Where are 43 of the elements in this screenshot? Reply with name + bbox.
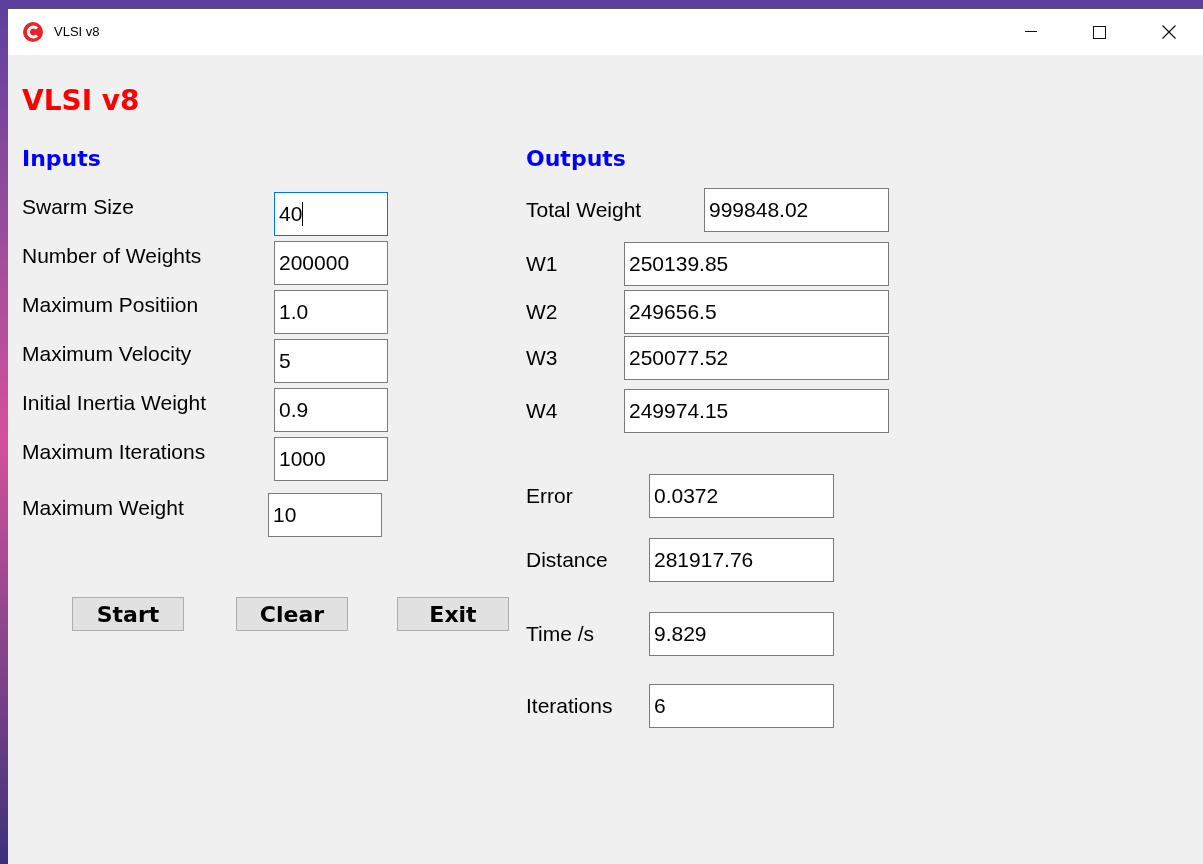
section-heading: Inputs [22, 147, 101, 171]
output-field[interactable]: 249974.15 [624, 389, 889, 433]
maximize-icon [1093, 25, 1106, 39]
input-field[interactable]: 200000 [274, 241, 388, 285]
window-title: VLSI v8 [54, 23, 100, 42]
input-field[interactable]: 10 [268, 493, 382, 537]
field-label: Maximum Velocity [22, 341, 193, 367]
button[interactable]: Clear [236, 597, 348, 631]
field-label: Number of Weights [22, 243, 203, 269]
button[interactable]: Start [72, 597, 184, 631]
field-label: Maximum Weight [22, 495, 185, 521]
field-label: Time /s [526, 621, 596, 648]
output-field[interactable]: 249656.5 [624, 290, 889, 334]
field-label: W4 [526, 398, 559, 425]
field-label: Maximum Positiion [22, 292, 200, 318]
field-label: Maximum Iterations [22, 439, 207, 465]
output-field[interactable]: 250139.85 [624, 242, 889, 286]
input-field[interactable]: 40 [274, 192, 388, 236]
output-field[interactable]: 6 [649, 684, 834, 728]
field-label: Initial Inertia Weight [22, 390, 208, 416]
field-label: Distance [526, 547, 609, 574]
output-field[interactable]: 250077.52 [624, 336, 889, 380]
app-icon [22, 21, 44, 43]
input-field[interactable]: 0.9 [274, 388, 388, 432]
output-field[interactable]: 9.829 [649, 612, 834, 656]
field-label: Swarm Size [22, 194, 136, 220]
input-field[interactable]: 1.0 [274, 290, 388, 334]
input-field[interactable]: 1000 [274, 437, 388, 481]
field-label: Error [526, 483, 574, 510]
close-icon [1161, 25, 1176, 39]
field-label: Total Weight [526, 197, 643, 224]
input-field[interactable]: 5 [274, 339, 388, 383]
field-label: W3 [526, 345, 559, 372]
output-field[interactable]: 0.0372 [649, 474, 834, 518]
output-field[interactable]: 281917.76 [649, 538, 834, 582]
field-label: W1 [526, 251, 559, 278]
minimize-icon [1024, 31, 1037, 33]
field-label: W2 [526, 299, 559, 326]
button[interactable]: Exit [397, 597, 509, 631]
field-label: Iterations [526, 693, 614, 720]
app-title: VLSI v8 [22, 85, 140, 117]
section-heading: Outputs [526, 147, 626, 171]
output-field[interactable]: 999848.02 [704, 188, 889, 232]
